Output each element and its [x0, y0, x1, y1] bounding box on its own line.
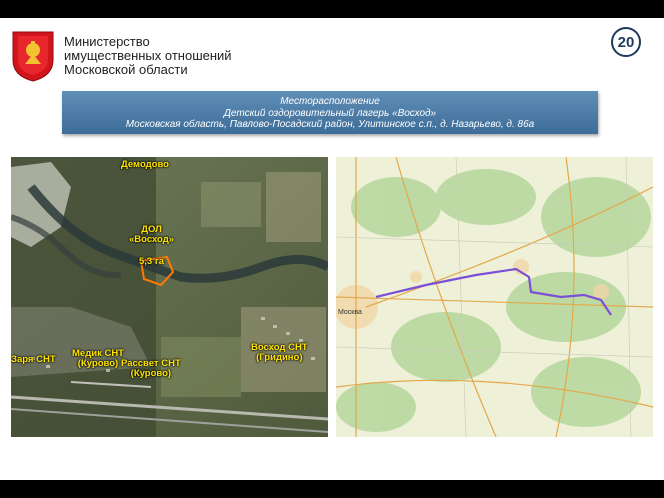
aerial-photo: Демодово ДОЛ «Восход» 5,3 га Заря СНТ Ме…: [11, 157, 328, 437]
ministry-name: Министерство имущественных отношений Мос…: [64, 35, 232, 77]
ministry-line-1: Министерство: [64, 34, 150, 49]
page-number: 20: [611, 27, 641, 57]
village-label: Демодово: [121, 159, 169, 170]
location-banner: Месторасположение Детский оздоровительны…: [62, 91, 598, 134]
area-label: 5,3 га: [139, 256, 165, 267]
snt-rassvet-label: Рассвет СНТ (Курово): [121, 359, 181, 379]
snt-rassvet-line-2: (Курово): [130, 368, 172, 379]
aerial-imagery: [11, 157, 328, 437]
banner-title: Месторасположение: [280, 96, 380, 107]
ministry-line-3: Московской области: [64, 62, 188, 77]
snt-zarya-label: Заря СНТ: [11, 354, 56, 365]
snt-medik-label: Медик СНТ (Курово): [72, 349, 124, 369]
ministry-line-2: имущественных отношений: [64, 48, 232, 63]
snt-voskhod-line-2: (Гридино): [256, 352, 303, 363]
snt-voskhod-label: Восход СНТ (Гридино): [251, 343, 308, 363]
coat-of-arms-icon: [12, 31, 54, 82]
slide: Министерство имущественных отношений Мос…: [0, 18, 664, 480]
banner-object: Детский оздоровительный лагерь «Восход»: [223, 107, 437, 119]
camp-label: ДОЛ «Восход»: [129, 225, 174, 245]
banner-address: Московская область, Павлово-Посадский ра…: [125, 119, 535, 130]
road-map: Москва: [336, 157, 653, 437]
road-map-imagery: [336, 157, 653, 437]
camp-label-line-2: «Восход»: [129, 234, 175, 245]
snt-medik-line-2: (Курово): [77, 358, 119, 369]
city-label-moscow: Москва: [338, 309, 362, 316]
